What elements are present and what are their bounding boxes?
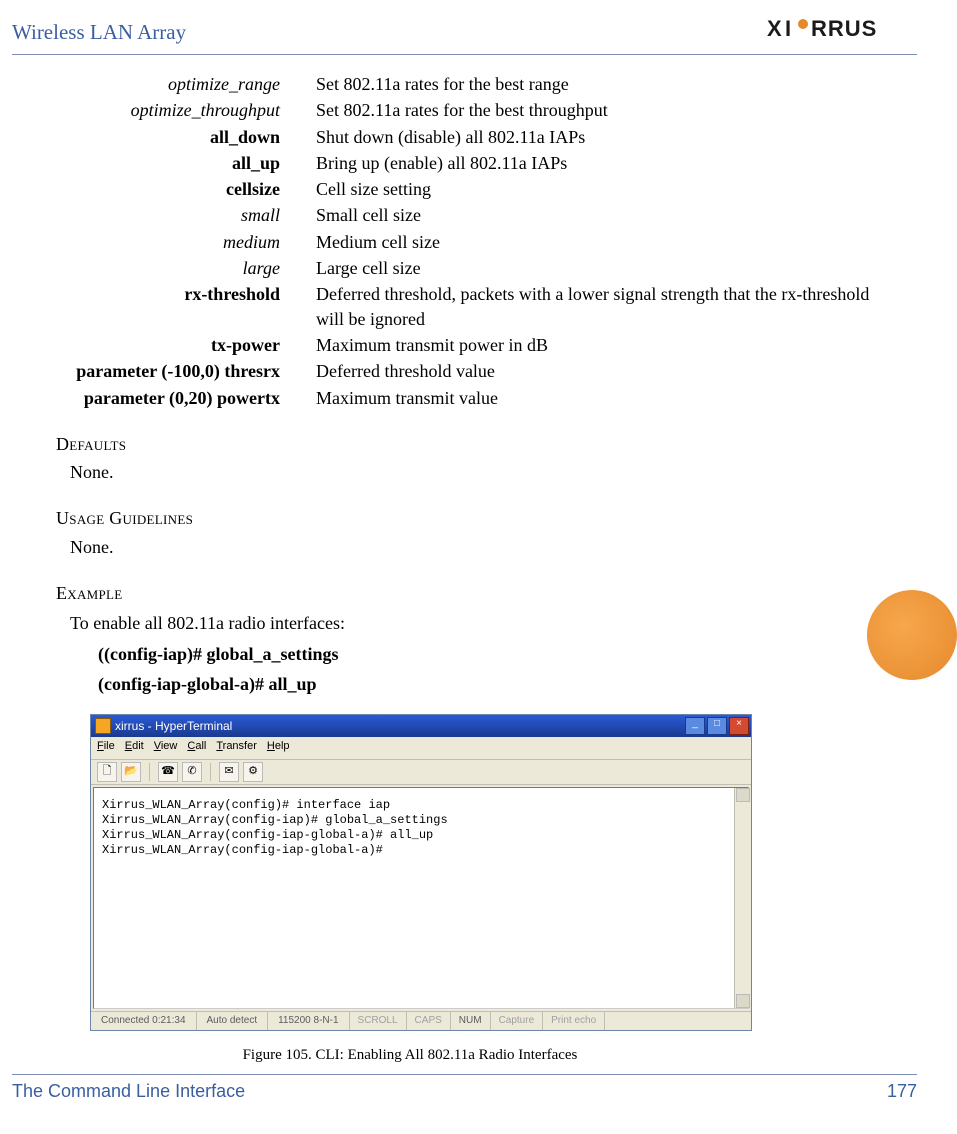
svg-text:RRUS: RRUS	[811, 16, 877, 41]
def-desc: Cell size setting	[316, 177, 897, 201]
def-desc: Maximum transmit value	[316, 386, 897, 410]
def-term: all_down	[40, 125, 280, 149]
terminal-line: Xirrus_WLAN_Array(config)# interface iap	[102, 798, 390, 812]
toolbar-separator	[210, 763, 211, 781]
status-detect: Auto detect	[197, 1012, 269, 1030]
status-baud: 115200 8-N-1	[268, 1012, 349, 1030]
disconnect-icon[interactable]: ✆	[182, 762, 202, 782]
svg-text:X: X	[767, 16, 783, 41]
menu-call[interactable]: Call	[187, 739, 206, 757]
window-titlebar: xirrus - HyperTerminal _ □ ×	[91, 715, 751, 737]
close-button[interactable]: ×	[729, 717, 749, 735]
def-term: optimize_range	[40, 72, 280, 96]
new-doc-icon[interactable]: 🗋	[97, 762, 117, 782]
minimize-button[interactable]: _	[685, 717, 705, 735]
footer-section: The Command Line Interface	[12, 1081, 245, 1102]
def-desc: Deferred threshold value	[316, 359, 897, 383]
footer-rule	[12, 1074, 917, 1075]
window-title: xirrus - HyperTerminal	[115, 718, 232, 734]
menu-edit[interactable]: Edit	[125, 739, 144, 757]
def-desc: Shut down (disable) all 802.11a IAPs	[316, 125, 897, 149]
terminal-line: Xirrus_WLAN_Array(config-iap-global-a)#	[102, 843, 383, 857]
terminal-line: Xirrus_WLAN_Array(config-iap)# global_a_…	[102, 813, 448, 827]
def-desc: Deferred threshold, packets with a lower…	[316, 282, 897, 331]
def-term: rx-threshold	[40, 282, 280, 331]
maximize-button[interactable]: □	[707, 717, 727, 735]
page-content: optimize_range Set 802.11a rates for the…	[40, 72, 897, 1065]
def-term: small	[40, 203, 280, 227]
status-printecho: Print echo	[543, 1012, 605, 1030]
status-capture: Capture	[491, 1012, 544, 1030]
def-desc: Set 802.11a rates for the best throughpu…	[316, 98, 897, 122]
window-statusbar: Connected 0:21:34 Auto detect 115200 8-N…	[91, 1011, 751, 1030]
def-desc: Set 802.11a rates for the best range	[316, 72, 897, 96]
def-desc: Small cell size	[316, 203, 897, 227]
status-num: NUM	[451, 1012, 491, 1030]
section-heading-example: Example	[56, 581, 897, 605]
properties-icon[interactable]: ⚙	[243, 762, 263, 782]
send-icon[interactable]: ✉	[219, 762, 239, 782]
example-command-1: ((config-iap)# global_a_settings	[98, 642, 897, 666]
header-title: Wireless LAN Array	[12, 20, 186, 44]
page-header: Wireless LAN Array X I RRUS	[0, 20, 957, 45]
defaults-body: None.	[70, 460, 897, 484]
menu-file[interactable]: File	[97, 739, 115, 757]
figure-caption: Figure 105. CLI: Enabling All 802.11a Ra…	[70, 1045, 750, 1065]
def-desc: Medium cell size	[316, 230, 897, 254]
svg-text:I: I	[785, 16, 792, 41]
status-connected: Connected 0:21:34	[91, 1012, 197, 1030]
menu-help[interactable]: Help	[267, 739, 290, 757]
menu-transfer[interactable]: Transfer	[216, 739, 257, 757]
app-icon	[95, 718, 111, 734]
def-desc: Bring up (enable) all 802.11a IAPs	[316, 151, 897, 175]
def-term: medium	[40, 230, 280, 254]
connect-icon[interactable]: ☎	[158, 762, 178, 782]
def-term: large	[40, 256, 280, 280]
header-rule	[12, 54, 917, 55]
section-heading-usage: Usage Guidelines	[56, 506, 897, 530]
def-desc: Maximum transmit power in dB	[316, 333, 897, 357]
status-scroll: SCROLL	[350, 1012, 407, 1030]
def-term: parameter (0,20) powertx	[40, 386, 280, 410]
footer-page: 177	[887, 1081, 917, 1102]
page-footer: The Command Line Interface 177	[12, 1074, 917, 1102]
terminal-body[interactable]: Xirrus_WLAN_Array(config)# interface iap…	[93, 787, 749, 1009]
def-desc: Large cell size	[316, 256, 897, 280]
usage-body: None.	[70, 535, 897, 559]
menu-view[interactable]: View	[154, 739, 178, 757]
scrollbar[interactable]	[734, 788, 749, 1008]
example-intro: To enable all 802.11a radio interfaces:	[70, 611, 897, 635]
section-marker-dot	[867, 590, 957, 680]
hyperterminal-window: xirrus - HyperTerminal _ □ × File Edit V…	[90, 714, 752, 1031]
window-toolbar: 🗋 📂 ☎ ✆ ✉ ⚙	[91, 760, 751, 785]
toolbar-separator	[149, 763, 150, 781]
open-icon[interactable]: 📂	[121, 762, 141, 782]
section-heading-defaults: Defaults	[56, 432, 897, 456]
window-menubar: File Edit View Call Transfer Help	[91, 737, 751, 760]
status-caps: CAPS	[407, 1012, 451, 1030]
def-term: all_up	[40, 151, 280, 175]
def-term: tx-power	[40, 333, 280, 357]
definition-list: optimize_range Set 802.11a rates for the…	[40, 72, 897, 410]
brand-logo: X I RRUS	[767, 14, 917, 49]
terminal-line: Xirrus_WLAN_Array(config-iap-global-a)# …	[102, 828, 433, 842]
def-term: cellsize	[40, 177, 280, 201]
example-command-2: (config-iap-global-a)# all_up	[98, 672, 897, 696]
def-term: optimize_throughput	[40, 98, 280, 122]
def-term: parameter (-100,0) thresrx	[40, 359, 280, 383]
